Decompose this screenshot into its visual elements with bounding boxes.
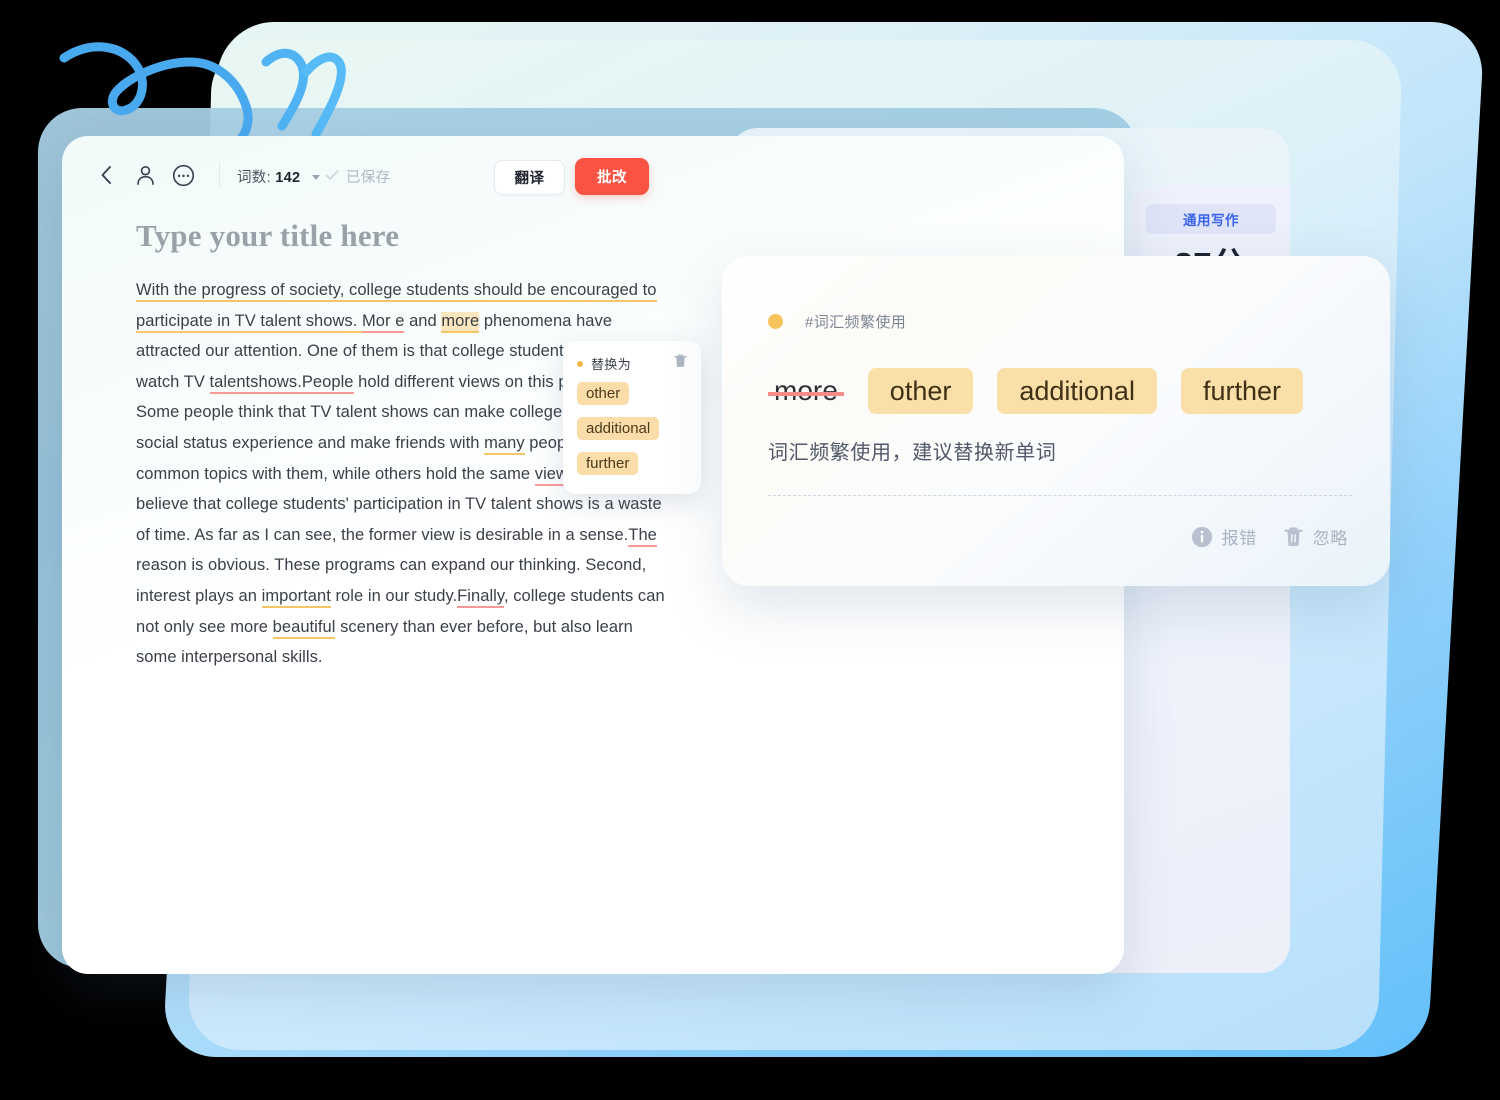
translate-button[interactable]: 翻译 [494, 160, 565, 195]
user-icon[interactable] [134, 164, 157, 187]
saved-status: 已保存 [346, 170, 391, 186]
suggestion-chip[interactable]: further [1180, 368, 1303, 415]
text-run: and [404, 311, 442, 330]
trash-icon[interactable] [673, 353, 688, 369]
word-count-value: 142 [275, 170, 301, 186]
suggestion-chip[interactable]: additional [997, 368, 1157, 415]
text-run-warn[interactable]: many [484, 433, 525, 455]
text-run-error[interactable]: Mor e [362, 311, 405, 333]
trash-icon [1284, 526, 1303, 546]
card-divider [768, 495, 1352, 496]
report-error-label: 报错 [1221, 529, 1257, 548]
info-icon [1191, 526, 1212, 547]
text-run: role in our study. [330, 586, 458, 605]
detail-card-tag: #词汇频繁使用 [805, 314, 907, 331]
status-dot-icon [577, 360, 583, 367]
replace-option[interactable]: additional [577, 417, 660, 440]
popup-title: 替换为 [591, 357, 632, 372]
detail-card-actions: 报错 忽略 [1191, 524, 1348, 549]
correct-button[interactable]: 批改 [575, 158, 649, 195]
report-error-button[interactable]: 报错 [1191, 524, 1257, 549]
detail-card-header: #词汇频繁使用 [768, 311, 906, 332]
ignore-label: 忽略 [1312, 529, 1348, 548]
popup-header: 替换为 [577, 354, 631, 373]
chevron-down-icon[interactable] [311, 175, 320, 180]
original-word: more [768, 375, 844, 407]
text-run-warn[interactable]: beautiful [272, 617, 336, 639]
word-count[interactable]: 词数: 142 [237, 166, 320, 187]
toolbar-divider [219, 162, 220, 188]
word-count-label: 词数: [237, 170, 271, 186]
check-icon [325, 170, 339, 180]
text-run: With the progress of society, college st… [136, 281, 551, 302]
text-run-error[interactable]: Finally [457, 586, 504, 608]
suggestion-chip[interactable]: other [867, 368, 974, 415]
ignore-button[interactable]: 忽略 [1283, 524, 1348, 549]
replace-option[interactable]: further [577, 452, 639, 475]
suggestion-row: more other additional further [768, 368, 1303, 415]
text-run-highlighted[interactable]: more [441, 311, 480, 333]
document-title-placeholder[interactable]: Type your title here [136, 218, 399, 254]
severity-dot-icon [768, 314, 783, 329]
text-run-warn[interactable]: important [261, 586, 331, 608]
text-run-error[interactable]: The [628, 525, 657, 547]
more-circle-icon[interactable] [172, 164, 195, 187]
replace-option[interactable]: other [577, 382, 630, 405]
suggestion-detail-card: #词汇频繁使用 more other additional further 词汇… [722, 256, 1390, 586]
inline-replace-popup: 替换为 other additional further [563, 341, 701, 494]
chevron-left-icon[interactable] [98, 164, 114, 186]
app-screenshot: 所有纠错 13 通用写作 87分 Mor e 空格冗余 Peop [0, 0, 1500, 1100]
text-run-error[interactable]: talentshows. [209, 372, 302, 394]
text-run-error[interactable]: People [301, 372, 354, 394]
score-category-tag: 通用写作 [1146, 204, 1276, 234]
suggestion-description: 词汇频繁使用，建议替换新单词 [768, 442, 1057, 464]
